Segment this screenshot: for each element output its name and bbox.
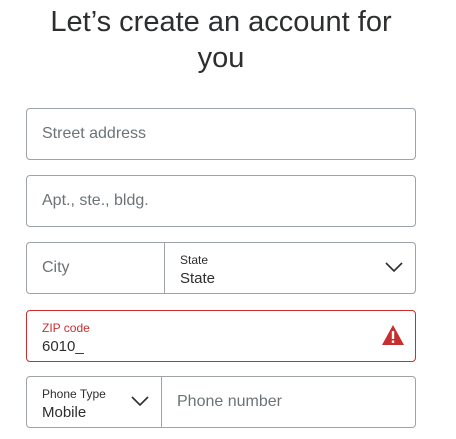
apt-field[interactable]: Apt., ste., bldg. — [26, 175, 416, 227]
page-title-line-2: you — [197, 42, 245, 74]
zip-code-label: ZIP code — [42, 321, 90, 335]
city-field[interactable]: City — [26, 242, 165, 294]
phone-number-field[interactable]: Phone number — [162, 376, 416, 428]
state-value: State — [180, 270, 216, 287]
phone-number-placeholder: Phone number — [177, 393, 282, 410]
city-state-row: City State State — [26, 242, 416, 294]
warning-icon — [382, 325, 404, 345]
state-label: State — [180, 253, 209, 267]
chevron-down-icon — [131, 396, 149, 407]
phone-type-select[interactable]: Phone Type Mobile — [26, 376, 162, 428]
zip-code-value: 6010_ — [42, 338, 84, 355]
page-title: Let’s create an account for you — [0, 4, 442, 76]
zip-code-field[interactable]: ZIP code 6010_ — [26, 310, 416, 362]
phone-type-value: Mobile — [42, 404, 87, 421]
phone-type-label: Phone Type — [42, 387, 106, 401]
city-placeholder: City — [42, 259, 70, 276]
chevron-down-icon — [385, 262, 403, 273]
street-address-field[interactable]: Street address — [26, 108, 416, 160]
state-select[interactable]: State State — [165, 242, 416, 294]
create-account-form: Let’s create an account for you Street a… — [0, 0, 456, 439]
page-title-line-1: Let’s create an account for — [50, 6, 392, 38]
street-address-placeholder: Street address — [42, 125, 147, 142]
apt-placeholder: Apt., ste., bldg. — [42, 192, 149, 209]
phone-row: Phone Type Mobile Phone number — [26, 376, 416, 428]
